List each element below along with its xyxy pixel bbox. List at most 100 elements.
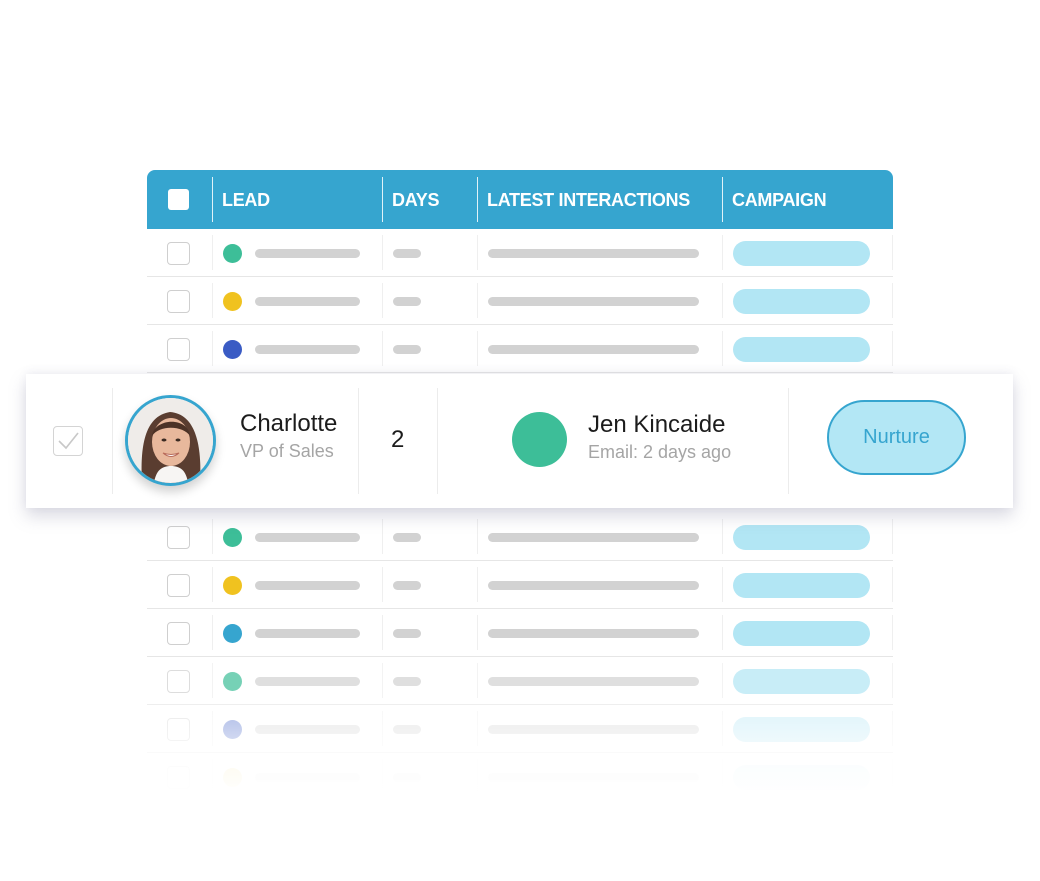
table-header: LEAD DAYS LATEST INTERACTIONS CAMPAIGN bbox=[147, 170, 893, 229]
column-divider bbox=[477, 331, 478, 366]
status-dot bbox=[223, 528, 242, 547]
column-divider bbox=[382, 519, 383, 554]
days-placeholder bbox=[393, 773, 421, 782]
placeholder-row[interactable] bbox=[147, 513, 893, 561]
status-dot bbox=[223, 672, 242, 691]
placeholder-row[interactable] bbox=[147, 609, 893, 657]
campaign-pill[interactable] bbox=[733, 621, 870, 646]
header-divider bbox=[477, 177, 478, 222]
interaction-placeholder bbox=[488, 725, 699, 734]
lead-name-placeholder bbox=[255, 581, 360, 590]
column-divider bbox=[212, 615, 213, 650]
campaign-pill[interactable] bbox=[733, 525, 870, 550]
interaction-placeholder bbox=[488, 345, 699, 354]
row-checkbox[interactable] bbox=[167, 718, 190, 741]
row-checkbox[interactable] bbox=[167, 290, 190, 313]
row-checkbox[interactable] bbox=[167, 670, 190, 693]
column-divider bbox=[477, 711, 478, 746]
row-checkbox[interactable] bbox=[167, 526, 190, 549]
column-divider bbox=[212, 663, 213, 698]
row-checkbox[interactable] bbox=[167, 766, 190, 789]
row-edge bbox=[892, 331, 893, 366]
placeholder-row[interactable] bbox=[147, 705, 893, 753]
campaign-pill[interactable] bbox=[733, 241, 870, 266]
column-divider bbox=[382, 663, 383, 698]
lead-name-placeholder bbox=[255, 677, 360, 686]
status-dot bbox=[223, 292, 242, 311]
placeholder-row[interactable] bbox=[147, 561, 893, 609]
column-divider bbox=[112, 388, 113, 494]
lead-name-placeholder bbox=[255, 345, 360, 354]
row-checkbox-checked[interactable] bbox=[53, 426, 83, 456]
column-header-lead[interactable]: LEAD bbox=[222, 190, 270, 211]
campaign-pill[interactable] bbox=[733, 669, 870, 694]
interaction-placeholder bbox=[488, 629, 699, 638]
row-edge bbox=[892, 567, 893, 602]
column-divider bbox=[382, 759, 383, 794]
header-divider bbox=[382, 177, 383, 222]
column-divider bbox=[437, 388, 438, 494]
select-all-checkbox[interactable] bbox=[168, 189, 189, 210]
column-divider bbox=[722, 711, 723, 746]
column-divider bbox=[212, 331, 213, 366]
placeholder-row[interactable] bbox=[147, 277, 893, 325]
column-divider bbox=[477, 615, 478, 650]
column-header-latest-interactions[interactable]: LATEST INTERACTIONS bbox=[487, 190, 690, 211]
days-value: 2 bbox=[391, 426, 405, 453]
interaction-placeholder bbox=[488, 533, 699, 542]
column-divider bbox=[722, 519, 723, 554]
column-divider bbox=[722, 235, 723, 270]
lead-name[interactable]: Charlotte bbox=[240, 410, 337, 438]
campaign-nurture-button[interactable]: Nurture bbox=[827, 400, 966, 475]
featured-lead-row[interactable]: Charlotte VP of Sales 2 Jen Kincaide Ema… bbox=[26, 374, 1013, 508]
status-dot bbox=[223, 768, 242, 787]
column-divider bbox=[212, 235, 213, 270]
row-edge bbox=[892, 615, 893, 650]
interaction-placeholder bbox=[488, 773, 699, 782]
column-header-days[interactable]: DAYS bbox=[392, 190, 439, 211]
column-divider bbox=[722, 283, 723, 318]
row-checkbox[interactable] bbox=[167, 574, 190, 597]
row-edge bbox=[892, 283, 893, 318]
campaign-pill[interactable] bbox=[733, 573, 870, 598]
row-checkbox[interactable] bbox=[167, 242, 190, 265]
row-checkbox[interactable] bbox=[167, 338, 190, 361]
checkmark-icon bbox=[58, 432, 79, 450]
row-edge bbox=[892, 519, 893, 554]
interaction-placeholder bbox=[488, 249, 699, 258]
column-divider bbox=[382, 567, 383, 602]
days-placeholder bbox=[393, 297, 421, 306]
lead-avatar[interactable] bbox=[125, 395, 216, 486]
days-placeholder bbox=[393, 533, 421, 542]
placeholder-row[interactable] bbox=[147, 657, 893, 705]
column-divider bbox=[382, 283, 383, 318]
campaign-pill[interactable] bbox=[733, 765, 870, 790]
interaction-placeholder bbox=[488, 297, 699, 306]
status-dot bbox=[223, 624, 242, 643]
leads-table: LEAD DAYS LATEST INTERACTIONS CAMPAIGN bbox=[147, 170, 893, 801]
column-header-campaign[interactable]: CAMPAIGN bbox=[732, 190, 827, 211]
column-divider bbox=[477, 663, 478, 698]
placeholder-row[interactable] bbox=[147, 753, 893, 801]
campaign-pill[interactable] bbox=[733, 337, 870, 362]
campaign-pill[interactable] bbox=[733, 289, 870, 314]
placeholder-row[interactable] bbox=[147, 229, 893, 277]
lead-name-placeholder bbox=[255, 249, 360, 258]
column-divider bbox=[212, 711, 213, 746]
header-divider bbox=[722, 177, 723, 222]
column-divider bbox=[212, 519, 213, 554]
column-divider bbox=[358, 388, 359, 494]
campaign-pill[interactable] bbox=[733, 717, 870, 742]
placeholder-row[interactable] bbox=[147, 325, 893, 373]
days-placeholder bbox=[393, 249, 421, 258]
days-placeholder bbox=[393, 345, 421, 354]
days-placeholder bbox=[393, 725, 421, 734]
row-checkbox[interactable] bbox=[167, 622, 190, 645]
interaction-contact-name[interactable]: Jen Kincaide bbox=[588, 411, 725, 439]
days-placeholder bbox=[393, 629, 421, 638]
avatar-photo-icon bbox=[128, 398, 213, 483]
row-edge bbox=[892, 711, 893, 746]
column-divider bbox=[212, 759, 213, 794]
days-placeholder bbox=[393, 677, 421, 686]
column-divider bbox=[212, 567, 213, 602]
